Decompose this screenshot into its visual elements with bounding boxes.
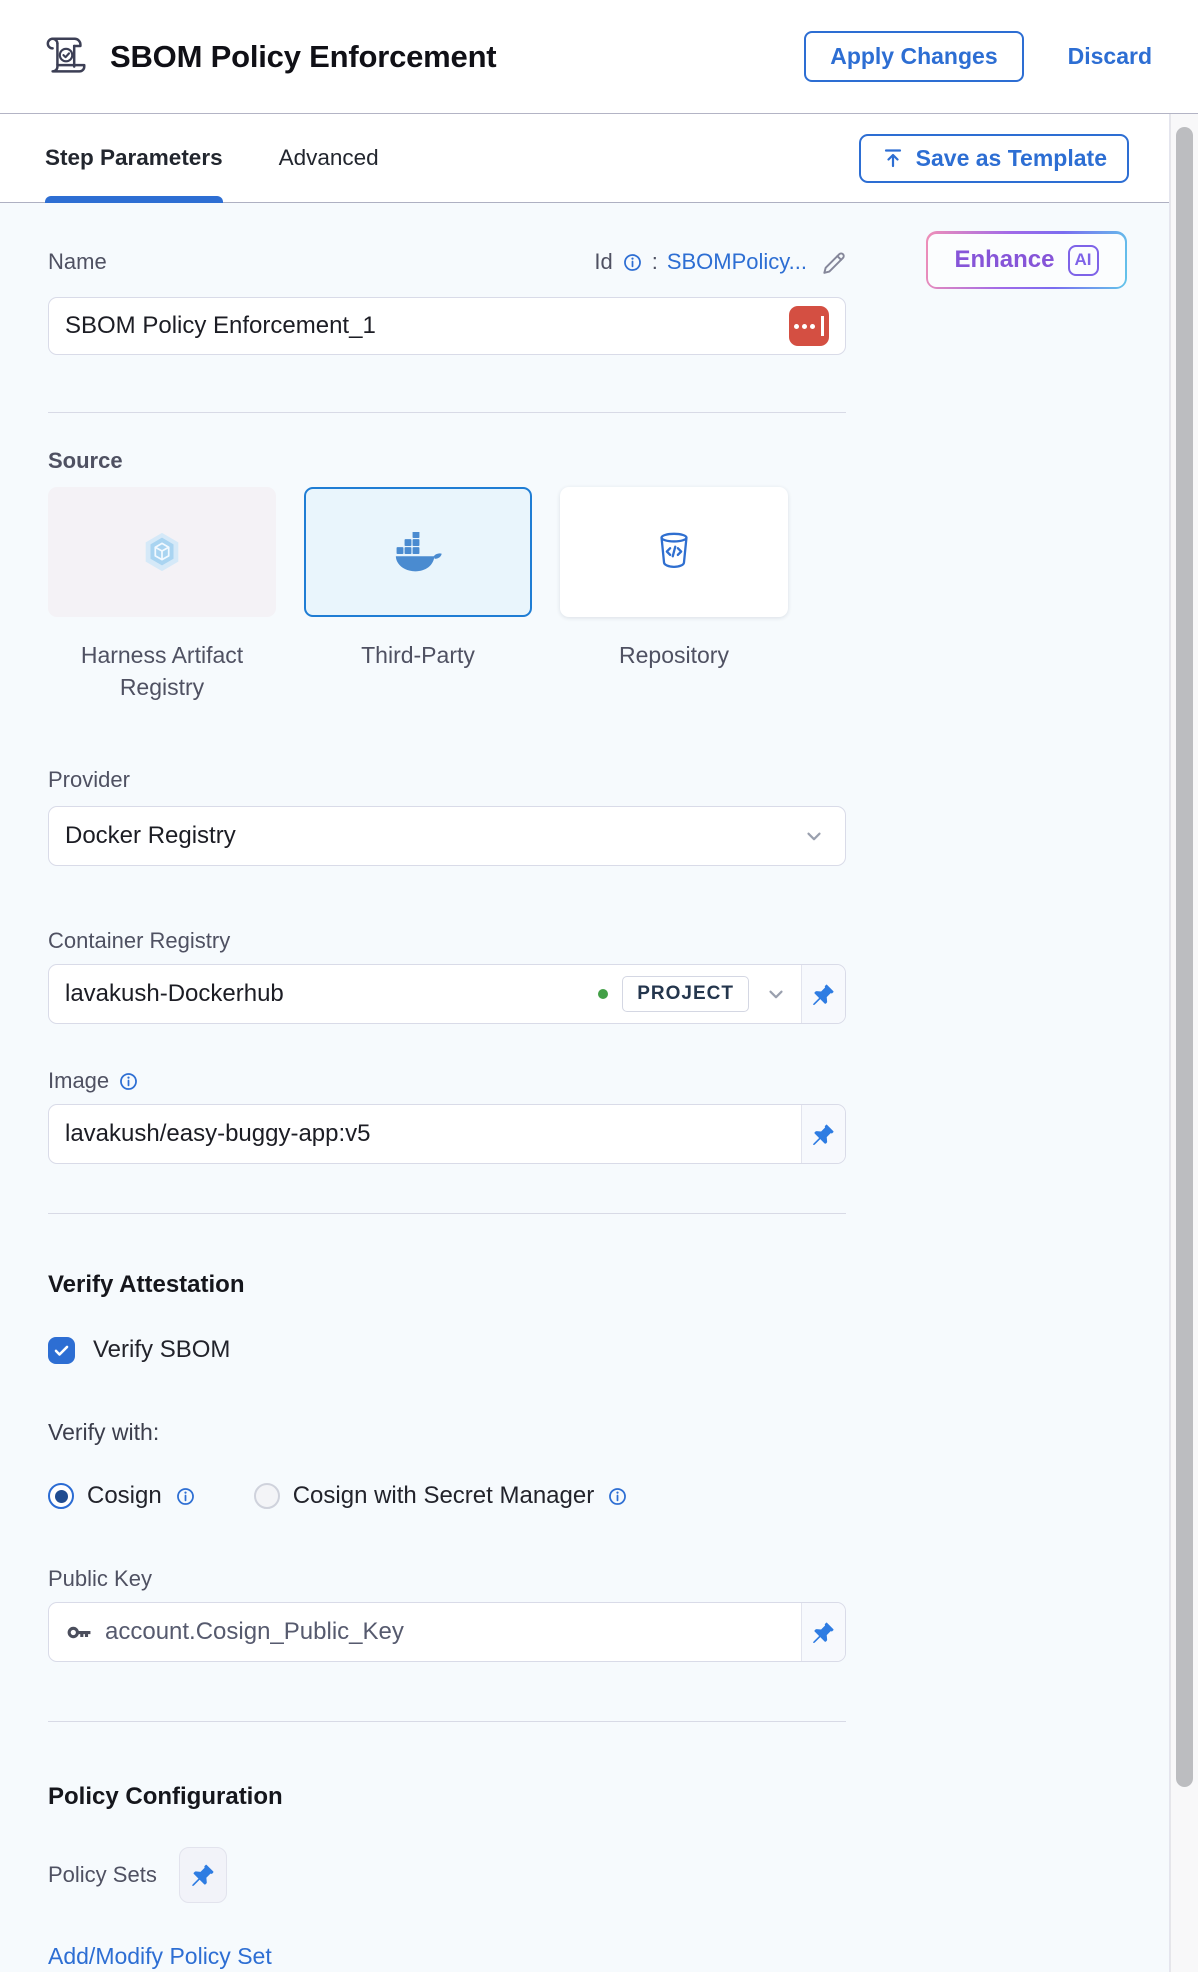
ai-badge-icon: AI xyxy=(1068,245,1099,276)
apply-changes-button[interactable]: Apply Changes xyxy=(804,31,1023,82)
vertical-scrollbar[interactable] xyxy=(1170,114,1198,1972)
source-option-label: Harness Artifact Registry xyxy=(48,639,276,703)
public-key-label: Public Key xyxy=(48,1566,846,1592)
key-icon xyxy=(65,1619,92,1646)
code-repository-icon xyxy=(651,529,697,575)
pin-policy-sets-button[interactable] xyxy=(179,1847,227,1903)
public-key-input-wrapper xyxy=(48,1602,846,1662)
image-label: Image xyxy=(48,1068,109,1094)
name-input-wrapper xyxy=(48,297,846,355)
enhance-ai-button[interactable]: Enhance AI xyxy=(926,231,1127,289)
pushpin-icon xyxy=(811,1122,836,1147)
name-label: Name xyxy=(48,249,107,275)
har-cube-icon xyxy=(139,529,185,575)
provider-selected-value: Docker Registry xyxy=(65,822,803,850)
id-separator: : xyxy=(652,249,658,275)
pin-input-button[interactable] xyxy=(801,1105,845,1163)
provider-label: Provider xyxy=(48,767,846,793)
container-registry-input-wrapper: PROJECT xyxy=(48,964,846,1024)
radio-cosign-secret-manager-label: Cosign with Secret Manager xyxy=(293,1482,594,1510)
page-title: SBOM Policy Enforcement xyxy=(110,39,496,75)
step-id-value[interactable]: SBOMPolicy... xyxy=(667,249,807,275)
radio-cosign-secret-manager[interactable] xyxy=(254,1483,280,1509)
public-key-input[interactable] xyxy=(105,1618,801,1646)
source-card-third-party[interactable] xyxy=(304,487,532,617)
policy-sets-label: Policy Sets xyxy=(48,1862,157,1888)
divider xyxy=(48,1721,846,1722)
verify-sbom-label: Verify SBOM xyxy=(93,1336,230,1364)
fixed-value-type-icon[interactable] xyxy=(789,306,829,346)
chevron-down-icon[interactable] xyxy=(765,983,787,1005)
container-registry-label: Container Registry xyxy=(48,928,846,954)
info-icon[interactable] xyxy=(607,1486,628,1507)
save-as-template-label: Save as Template xyxy=(916,145,1107,172)
container-registry-input[interactable] xyxy=(65,980,592,1008)
pin-input-button[interactable] xyxy=(801,965,845,1023)
pushpin-icon xyxy=(811,1620,836,1645)
step-parameters-panel: Enhance AI Name Id xyxy=(0,203,1169,1972)
name-input[interactable] xyxy=(65,312,789,340)
radio-cosign-label: Cosign xyxy=(87,1482,162,1510)
info-icon[interactable] xyxy=(622,252,643,273)
enhance-label: Enhance xyxy=(954,246,1054,274)
add-modify-policy-set-link[interactable]: Add/Modify Policy Set xyxy=(48,1943,272,1970)
pushpin-icon xyxy=(811,982,836,1007)
scroll-check-icon xyxy=(44,34,90,80)
info-icon[interactable] xyxy=(175,1486,196,1507)
id-label: Id xyxy=(594,249,612,275)
tab-bar: Step Parameters Advanced Save as Templat… xyxy=(0,114,1169,203)
image-input-wrapper xyxy=(48,1104,846,1164)
panel-header: SBOM Policy Enforcement Apply Changes Di… xyxy=(0,0,1198,114)
policy-configuration-heading: Policy Configuration xyxy=(48,1783,846,1811)
docker-whale-icon xyxy=(392,532,444,572)
pushpin-icon xyxy=(190,1862,216,1888)
pin-input-button[interactable] xyxy=(801,1603,845,1661)
source-card-repository[interactable] xyxy=(560,487,788,617)
source-option-label: Third-Party xyxy=(304,639,532,703)
source-card-harness-artifact-registry[interactable] xyxy=(48,487,276,617)
save-as-template-button[interactable]: Save as Template xyxy=(859,134,1129,183)
upload-icon xyxy=(881,146,905,170)
pencil-icon xyxy=(820,249,846,275)
connector-status-dot xyxy=(598,989,608,999)
chevron-down-icon xyxy=(803,825,825,847)
discard-button[interactable]: Discard xyxy=(1068,43,1152,70)
divider xyxy=(48,1213,846,1214)
edit-id-button[interactable] xyxy=(820,249,846,275)
provider-select[interactable]: Docker Registry xyxy=(48,806,846,866)
source-label: Source xyxy=(48,448,846,474)
verify-attestation-heading: Verify Attestation xyxy=(48,1271,846,1299)
sbom-step-config-panel: SBOM Policy Enforcement Apply Changes Di… xyxy=(0,0,1198,1972)
scrollbar-thumb[interactable] xyxy=(1176,127,1193,1787)
info-icon[interactable] xyxy=(118,1071,139,1092)
verify-sbom-checkbox[interactable] xyxy=(48,1337,75,1364)
source-option-label: Repository xyxy=(560,639,788,703)
tab-advanced[interactable]: Advanced xyxy=(279,114,379,202)
divider xyxy=(48,412,846,413)
tab-step-parameters[interactable]: Step Parameters xyxy=(45,114,223,202)
verify-with-label: Verify with: xyxy=(48,1419,846,1446)
scope-badge: PROJECT xyxy=(622,976,749,1012)
radio-cosign[interactable] xyxy=(48,1483,74,1509)
image-input[interactable] xyxy=(65,1120,801,1148)
